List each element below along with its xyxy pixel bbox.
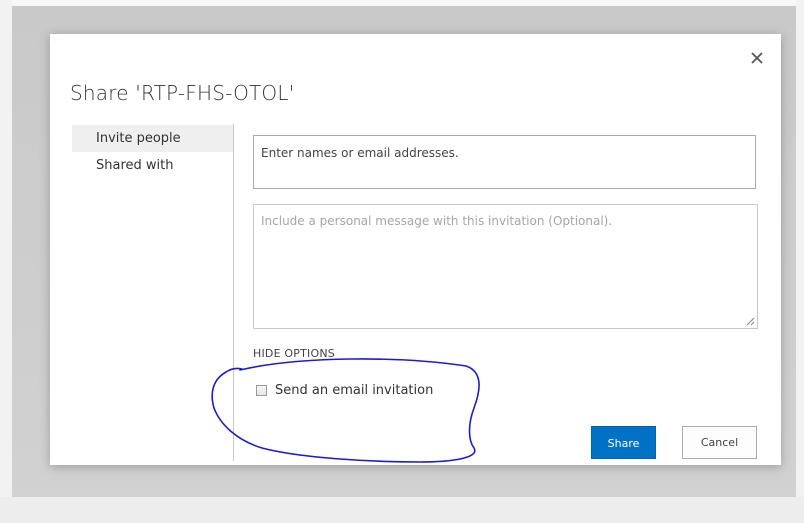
cancel-button[interactable]: Cancel — [682, 426, 757, 459]
close-button[interactable] — [747, 48, 767, 68]
email-invitation-label: Send an email invitation — [275, 383, 434, 398]
hide-options-link[interactable]: HIDE OPTIONS — [253, 347, 335, 360]
share-button[interactable]: Share — [591, 426, 656, 459]
backdrop-edge-top — [0, 0, 804, 6]
nav-item-invite-people[interactable]: Invite people — [72, 125, 233, 152]
nav-item-shared-with[interactable]: Shared with — [72, 152, 233, 179]
close-icon — [751, 52, 763, 64]
resize-grip-icon[interactable] — [746, 317, 755, 326]
message-input[interactable]: Include a personal message with this inv… — [253, 204, 758, 329]
message-placeholder: Include a personal message with this inv… — [261, 214, 613, 228]
names-input[interactable]: Enter names or email addresses. — [253, 135, 756, 189]
email-invitation-checkbox[interactable] — [256, 385, 267, 396]
backdrop-edge-right — [796, 0, 804, 523]
share-nav: Invite people Shared with — [72, 125, 233, 179]
backdrop-edge-left — [0, 0, 12, 523]
share-dialog: Share 'RTP-FHS-OTOL' Invite people Share… — [50, 34, 781, 465]
dialog-title: Share 'RTP-FHS-OTOL' — [70, 81, 295, 105]
backdrop-edge-bottom — [0, 497, 804, 523]
nav-divider — [233, 124, 234, 461]
